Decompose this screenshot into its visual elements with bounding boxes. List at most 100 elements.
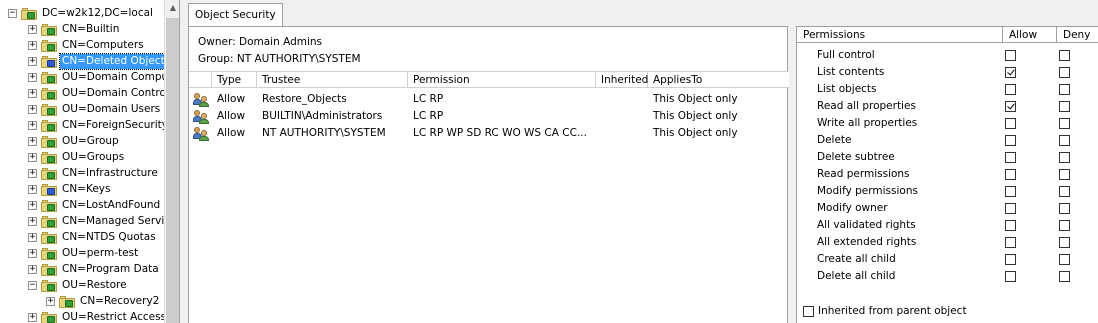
scroll-thumb[interactable] — [166, 18, 179, 323]
tree-scrollbar[interactable]: ▲ — [164, 0, 179, 323]
tree-item[interactable]: − OU=Restore — [28, 277, 129, 293]
object-tree[interactable]: − DC=w2k12,DC=local + CN=Builtin + CN=Compu… — [0, 0, 180, 323]
expand-icon[interactable]: + — [28, 120, 37, 130]
allow-checkbox[interactable] — [1005, 135, 1016, 146]
expand-icon[interactable]: + — [28, 72, 37, 82]
tree-item[interactable]: + OU=Domain Users — [28, 101, 162, 117]
splitter[interactable] — [792, 26, 794, 323]
tree-item-label: CN=Recovery2 — [80, 294, 160, 307]
deny-checkbox[interactable] — [1059, 169, 1070, 180]
acl-row[interactable]: Allow NT AUTHORITY\SYSTEM LC RP WP SD RC W… — [189, 125, 789, 142]
allow-checkbox[interactable] — [1005, 101, 1016, 112]
expand-icon[interactable]: + — [28, 88, 37, 98]
owner-line: Owner: Domain Admins — [198, 36, 322, 48]
tree-item[interactable]: + OU=Domain Comput — [28, 69, 174, 85]
acl-trustee: Restore_Objects — [262, 93, 347, 105]
tree-item[interactable]: + OU=perm-test — [28, 245, 140, 261]
allow-checkbox[interactable] — [1005, 67, 1016, 78]
tree-root[interactable]: − DC=w2k12,DC=local — [8, 5, 155, 21]
tree-item[interactable]: + CN=Deleted Objects — [28, 52, 174, 70]
deny-checkbox[interactable] — [1059, 84, 1070, 95]
allow-checkbox[interactable] — [1005, 254, 1016, 265]
deny-checkbox[interactable] — [1059, 152, 1070, 163]
expand-icon[interactable]: + — [28, 232, 37, 242]
allow-checkbox[interactable] — [1005, 118, 1016, 129]
deny-checkbox[interactable] — [1059, 50, 1070, 61]
allow-checkbox[interactable] — [1005, 271, 1016, 282]
tree-item[interactable]: + CN=Managed Servic — [28, 213, 172, 229]
expand-icon[interactable]: + — [28, 24, 37, 34]
deny-checkbox[interactable] — [1059, 237, 1070, 248]
permission-label: List contents — [817, 66, 885, 78]
deny-checkbox[interactable] — [1059, 220, 1070, 231]
allow-checkbox[interactable] — [1005, 220, 1016, 231]
allow-checkbox[interactable] — [1005, 186, 1016, 197]
permission-row: Modify owner — [797, 200, 1098, 217]
tab-object-security[interactable]: Object Security — [188, 3, 283, 26]
deny-checkbox[interactable] — [1059, 203, 1070, 214]
expand-icon[interactable]: + — [28, 312, 37, 322]
expand-icon[interactable]: + — [28, 168, 37, 178]
col-permission[interactable]: Permission — [408, 72, 596, 88]
tree-item[interactable]: + CN=Recovery2 — [46, 293, 161, 309]
deny-checkbox[interactable] — [1059, 118, 1070, 129]
expand-icon[interactable]: + — [28, 40, 37, 50]
acl-row[interactable]: Allow Restore_Objects LC RP This Object onl… — [189, 91, 789, 108]
users-icon — [193, 126, 209, 141]
expand-icon[interactable]: + — [28, 184, 37, 194]
container-icon — [41, 71, 57, 84]
tree-item[interactable]: + CN=NTDS Quotas — [28, 229, 158, 245]
expand-icon[interactable]: + — [28, 200, 37, 210]
tree-item[interactable]: + CN=ForeignSecurityP — [28, 117, 176, 133]
tree-item[interactable]: + CN=LostAndFound — [28, 197, 162, 213]
acl-row[interactable]: Allow BUILTIN\Administrators LC RP This Obj… — [189, 108, 789, 125]
tree-item[interactable]: + OU=Restrict Access — [28, 309, 168, 323]
expand-icon[interactable]: + — [28, 104, 37, 114]
allow-checkbox[interactable] — [1005, 203, 1016, 214]
container-icon — [41, 135, 57, 148]
deny-checkbox[interactable] — [1059, 135, 1070, 146]
expand-icon[interactable]: + — [28, 216, 37, 226]
collapse-icon[interactable]: − — [28, 280, 37, 290]
acl-appliesto: This Object only — [653, 93, 738, 105]
acl-type: Allow — [217, 127, 246, 139]
expand-icon[interactable]: + — [28, 136, 37, 146]
expand-icon[interactable]: + — [28, 56, 37, 66]
tree-item-label: CN=LostAndFound — [62, 198, 161, 211]
tree-item[interactable]: + CN=Keys — [28, 181, 113, 197]
acl-trustee: BUILTIN\Administrators — [262, 110, 383, 122]
expand-icon[interactable]: + — [46, 296, 55, 306]
expand-icon[interactable]: + — [28, 152, 37, 162]
inherited-checkbox[interactable] — [803, 306, 814, 317]
col-type[interactable]: Type — [212, 72, 257, 88]
allow-checkbox[interactable] — [1005, 50, 1016, 61]
collapse-icon[interactable]: − — [8, 8, 17, 18]
allow-checkbox[interactable] — [1005, 84, 1016, 95]
deny-checkbox[interactable] — [1059, 271, 1070, 282]
col-inherited[interactable]: Inherited — [596, 72, 648, 88]
tree-item[interactable]: + OU=Group — [28, 133, 121, 149]
expand-icon[interactable]: + — [28, 248, 37, 258]
deny-checkbox[interactable] — [1059, 186, 1070, 197]
tree-item[interactable]: + CN=Program Data — [28, 261, 161, 277]
tree-item[interactable]: + CN=Computers — [28, 37, 146, 53]
tree-item[interactable]: + CN=Infrastructure — [28, 165, 160, 181]
expand-icon[interactable]: + — [28, 264, 37, 274]
allow-checkbox[interactable] — [1005, 237, 1016, 248]
container-icon — [41, 215, 57, 228]
scroll-up-arrow-icon[interactable]: ▲ — [165, 0, 179, 16]
permission-row: Create all child — [797, 251, 1098, 268]
deny-checkbox[interactable] — [1059, 254, 1070, 265]
tree-item[interactable]: + OU=Groups — [28, 149, 126, 165]
deny-checkbox[interactable] — [1059, 101, 1070, 112]
tree-item[interactable]: + CN=Builtin — [28, 21, 121, 37]
allow-checkbox[interactable] — [1005, 152, 1016, 163]
deny-checkbox[interactable] — [1059, 67, 1070, 78]
allow-checkbox[interactable] — [1005, 169, 1016, 180]
tree-item[interactable]: + OU=Domain Controll — [28, 85, 174, 101]
permission-row: Read permissions — [797, 166, 1098, 183]
acl-type: Allow — [217, 110, 246, 122]
col-appliesto[interactable]: AppliesTo — [648, 72, 789, 88]
col-trustee[interactable]: Trustee — [257, 72, 408, 88]
object-security-panel: Owner: Domain Admins Group: NT AUTHORITY… — [188, 26, 789, 323]
